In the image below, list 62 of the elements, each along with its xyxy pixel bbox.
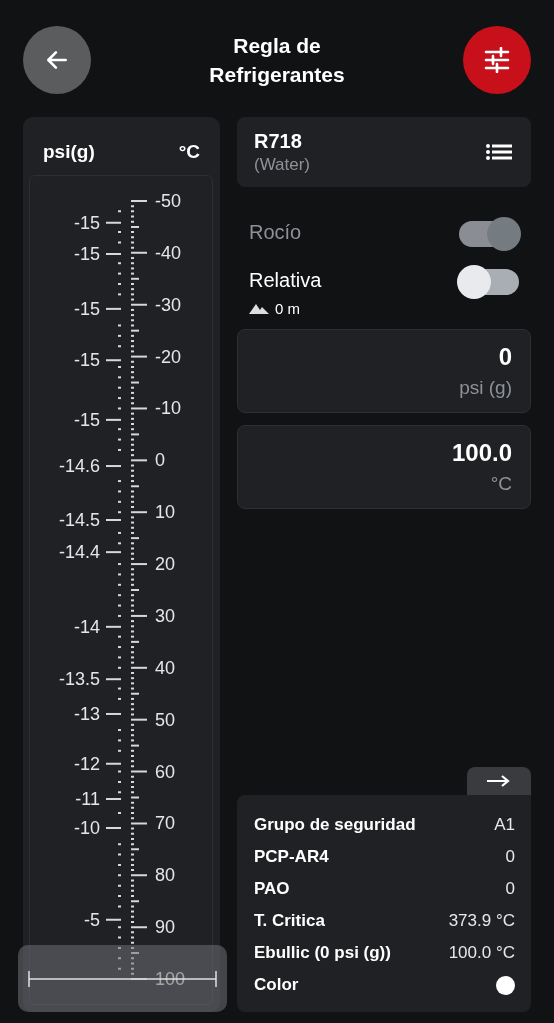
- property-value: 100.0 °C: [448, 943, 515, 963]
- property-label: Color: [254, 975, 299, 995]
- temperature-scale-label: 0: [155, 450, 165, 471]
- pressure-scale-label: -12: [74, 753, 100, 774]
- pressure-scale-label: -5: [84, 909, 100, 930]
- temperature-scale-label: 40: [155, 657, 176, 678]
- property-label: Ebullic (0 psi (g)): [254, 943, 391, 963]
- pressure-scale-label: -14.6: [58, 456, 100, 477]
- sliders-icon: [483, 47, 511, 73]
- scale-cursor[interactable]: [18, 945, 227, 1012]
- property-label: T. Critica: [254, 911, 325, 931]
- temperature-scale-label: 80: [155, 865, 176, 886]
- field-unit: psi (g): [459, 377, 512, 399]
- pressure-scale-label: -14.5: [58, 510, 100, 530]
- mountain-icon: [249, 303, 269, 314]
- screen-title: Regla de Refrigerantes: [209, 33, 345, 88]
- value-field[interactable]: 100.0 °C: [237, 425, 531, 509]
- list-icon: [486, 143, 512, 161]
- pressure-scale-label: -15: [74, 350, 100, 371]
- temperature-scale-label: 10: [155, 502, 176, 523]
- property-label: Grupo de seguridad: [254, 815, 416, 835]
- temperature-scale-label: 70: [155, 813, 176, 834]
- property-value: A1: [494, 815, 515, 835]
- toggle-label: Rocío: [249, 221, 302, 243]
- temperature-scale-label: 60: [155, 761, 176, 782]
- pressure-unit: psi(g): [43, 141, 95, 164]
- property-value: 373.9 °C: [448, 911, 515, 931]
- refrigerant-selector[interactable]: R718 (Water): [237, 117, 531, 187]
- pressure-scale-label: -13.5: [58, 669, 100, 690]
- field-value: 100.0: [451, 439, 512, 467]
- temperature-scale-label: 20: [155, 554, 176, 575]
- temperature-scale-label: -10: [155, 398, 181, 419]
- right-arrow-icon: [487, 775, 511, 787]
- pressure-scale-label: -15: [74, 212, 100, 233]
- altitude-value: 0 m: [275, 300, 300, 317]
- field-value: 0: [498, 343, 512, 371]
- temperature-scale-label: 50: [155, 709, 176, 730]
- toggle-label: Relativa: [249, 269, 322, 291]
- pressure-scale-label: -10: [74, 818, 100, 839]
- expand-tab[interactable]: [467, 767, 531, 795]
- refrigerant-code: R718: [254, 129, 303, 153]
- temperature-scale-label: -40: [155, 242, 181, 263]
- pressure-scale-label: -15: [74, 409, 100, 430]
- temperature-scale-label: -20: [155, 346, 181, 367]
- pressure-scale-label: -15: [74, 298, 100, 319]
- pressure-scale-label: -14.4: [58, 542, 100, 563]
- field-unit: °C: [490, 473, 512, 495]
- pressure-scale-label: -14: [74, 616, 100, 637]
- pressure-scale-label: -11: [75, 789, 100, 809]
- pressure-scale-label: -13: [74, 703, 100, 724]
- temperature-unit: °C: [178, 141, 200, 164]
- property-label: PAO: [254, 879, 290, 899]
- temperature-scale-label: 90: [155, 917, 176, 938]
- temperature-scale-label: -50: [155, 191, 181, 211]
- temperature-scale-label: -30: [155, 294, 181, 315]
- property-value: 0: [505, 847, 515, 867]
- pressure-scale-label: -15: [74, 243, 100, 264]
- refrigerant-name: (Water): [254, 154, 311, 175]
- property-label: PCP-AR4: [254, 847, 329, 867]
- property-value: 0: [505, 879, 515, 899]
- temperature-scale-label: 30: [155, 605, 176, 626]
- value-field[interactable]: 0 psi (g): [237, 329, 531, 413]
